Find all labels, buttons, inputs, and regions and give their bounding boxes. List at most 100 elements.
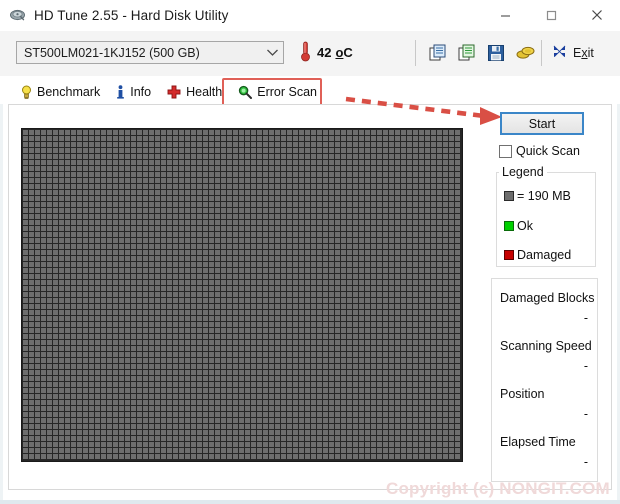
coins-icon[interactable]	[511, 41, 539, 65]
drive-select[interactable]: ST500LM021-1KJ152 (500 GB)	[16, 41, 284, 64]
scan-block-grid[interactable]	[21, 128, 463, 462]
block-cell	[221, 370, 226, 375]
block-cell	[209, 394, 214, 399]
block-cell	[323, 130, 328, 135]
minimize-icon[interactable]	[482, 0, 528, 30]
block-cell	[275, 244, 280, 249]
block-cell	[53, 412, 58, 417]
close-icon[interactable]	[574, 0, 620, 30]
block-cell	[101, 202, 106, 207]
block-cell	[449, 202, 454, 207]
block-cell	[197, 340, 202, 345]
block-cell	[329, 394, 334, 399]
block-cell	[371, 226, 376, 231]
block-cell	[449, 268, 454, 273]
block-cell	[143, 406, 148, 411]
block-cell	[155, 250, 160, 255]
start-button[interactable]: Start	[500, 112, 584, 135]
block-cell	[281, 148, 286, 153]
block-cell	[227, 346, 232, 351]
tab-health[interactable]: Health	[160, 80, 231, 104]
block-cell	[191, 190, 196, 195]
block-cell	[71, 244, 76, 249]
tab-error-scan[interactable]: Error Scan	[231, 80, 326, 104]
block-cell	[359, 448, 364, 453]
block-cell	[341, 382, 346, 387]
block-cell	[311, 262, 316, 267]
block-cell	[227, 250, 232, 255]
block-cell	[227, 130, 232, 135]
block-cell	[347, 292, 352, 297]
quick-scan-row[interactable]: Quick Scan	[499, 144, 598, 158]
block-cell	[341, 406, 346, 411]
block-cell	[35, 250, 40, 255]
block-cell	[443, 454, 448, 459]
block-cell	[419, 148, 424, 153]
tab-benchmark[interactable]: Benchmark	[14, 80, 109, 104]
block-cell	[359, 226, 364, 231]
block-cell	[281, 256, 286, 261]
block-cell	[173, 424, 178, 429]
block-cell	[137, 346, 142, 351]
block-cell	[203, 316, 208, 321]
save-icon[interactable]	[482, 41, 510, 65]
block-cell	[125, 208, 130, 213]
maximize-icon[interactable]	[528, 0, 574, 30]
block-cell	[311, 454, 316, 459]
block-cell	[359, 382, 364, 387]
exit-button[interactable]: Exit	[552, 41, 594, 65]
block-cell	[401, 292, 406, 297]
block-cell	[371, 430, 376, 435]
block-cell	[65, 262, 70, 267]
chevron-down-icon[interactable]	[261, 48, 283, 57]
block-cell	[257, 142, 262, 147]
block-cell	[401, 346, 406, 351]
block-cell	[359, 406, 364, 411]
block-cell	[95, 424, 100, 429]
block-cell	[311, 442, 316, 447]
block-cell	[137, 454, 142, 459]
quick-scan-checkbox[interactable]	[499, 145, 512, 158]
block-cell	[191, 130, 196, 135]
block-cell	[275, 298, 280, 303]
block-cell	[323, 358, 328, 363]
block-cell	[185, 208, 190, 213]
block-cell	[293, 340, 298, 345]
red-cross-icon	[167, 85, 181, 99]
block-cell	[353, 436, 358, 441]
tab-info[interactable]: Info	[109, 80, 160, 104]
block-cell	[281, 364, 286, 369]
block-cell	[377, 448, 382, 453]
block-cell	[335, 136, 340, 141]
block-cell	[179, 316, 184, 321]
block-cell	[119, 178, 124, 183]
block-cell	[83, 262, 88, 267]
block-cell	[395, 310, 400, 315]
block-cell	[395, 352, 400, 357]
block-cell	[77, 232, 82, 237]
block-cell	[317, 178, 322, 183]
block-cell	[221, 346, 226, 351]
block-cell	[437, 226, 442, 231]
block-cell	[173, 418, 178, 423]
block-cell	[209, 292, 214, 297]
block-cell	[125, 334, 130, 339]
block-cell	[449, 400, 454, 405]
block-cell	[371, 172, 376, 177]
block-cell	[383, 280, 388, 285]
block-cell	[191, 184, 196, 189]
block-cell	[299, 370, 304, 375]
block-cell	[305, 436, 310, 441]
block-cell	[389, 274, 394, 279]
block-cell	[359, 310, 364, 315]
block-cell	[227, 238, 232, 243]
block-cell	[311, 406, 316, 411]
copy-icon[interactable]	[424, 41, 452, 65]
block-cell	[29, 286, 34, 291]
block-cell	[299, 406, 304, 411]
block-cell	[419, 400, 424, 405]
block-cell	[335, 406, 340, 411]
block-cell	[95, 202, 100, 207]
copy-green-icon[interactable]	[453, 41, 481, 65]
block-cell	[305, 262, 310, 267]
